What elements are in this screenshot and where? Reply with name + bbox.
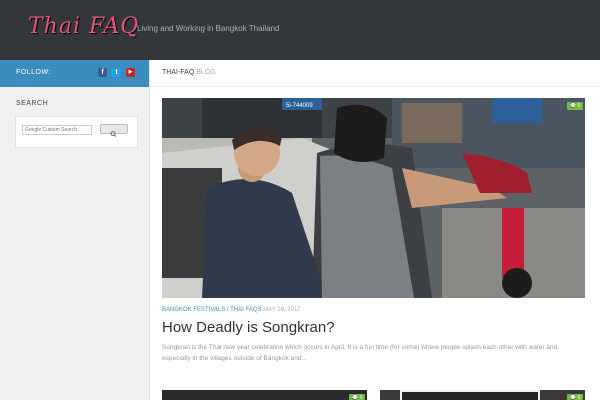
follow-label: FOLLOW: [16,69,51,76]
breadcrumb-site[interactable]: THAI-FAQ [162,69,194,76]
post-meta: BANGKOK FESTIVALS / THAI FAQS MAY 18, 20… [162,307,301,313]
comment-count-badge[interactable]: 💬 0 [567,102,584,110]
breadcrumb-section: BLOG [196,69,216,76]
featured-post-image[interactable]: 5i-744009 💬 0 [162,98,585,298]
category-link[interactable]: THAI FAQS [230,307,261,313]
sidebar: FOLLOW: f t ▶ SEARCH [0,60,150,400]
site-header: Thai FAQ Living and Working in Bangkok T… [0,0,600,60]
category-separator: / [226,307,229,313]
site-tagline: Living and Working in Bangkok Thailand [137,24,280,33]
post-title[interactable]: How Deadly is Songkran? [162,319,335,336]
comment-count-badge[interactable]: 💬 0 [567,394,584,400]
comment-count: 0 [577,395,581,400]
facebook-icon[interactable]: f [98,68,107,77]
follow-bar: FOLLOW: f t ▶ [0,60,149,87]
post-thumbnail[interactable]: 💬 0 [162,390,367,400]
license-plate: 5i-744009 [286,103,313,109]
search-button[interactable] [100,124,128,137]
comment-count: 0 [359,395,363,400]
comment-count: 0 [577,103,581,109]
breadcrumb: THAI-FAQ BLOG [150,60,600,87]
category-link[interactable]: BANGKOK FESTIVALS [162,307,225,313]
comment-count-badge[interactable]: 💬 0 [349,394,366,400]
twitter-icon[interactable]: t [112,68,121,77]
post-date: MAY 18, 2017 [263,307,301,313]
post-excerpt: Songkran is the Thai new year celebratio… [162,344,559,362]
search-widget-title: SEARCH [16,100,49,107]
post-thumbnail[interactable]: 💬 0 [380,390,585,400]
youtube-icon[interactable]: ▶ [126,68,135,77]
search-widget [15,116,138,148]
main-content: THAI-FAQ BLOG 5i-744009 💬 0 BANGKOK FEST… [150,60,600,400]
search-icon [110,131,117,137]
site-logo[interactable]: Thai FAQ [28,14,139,39]
search-input[interactable] [22,125,92,135]
